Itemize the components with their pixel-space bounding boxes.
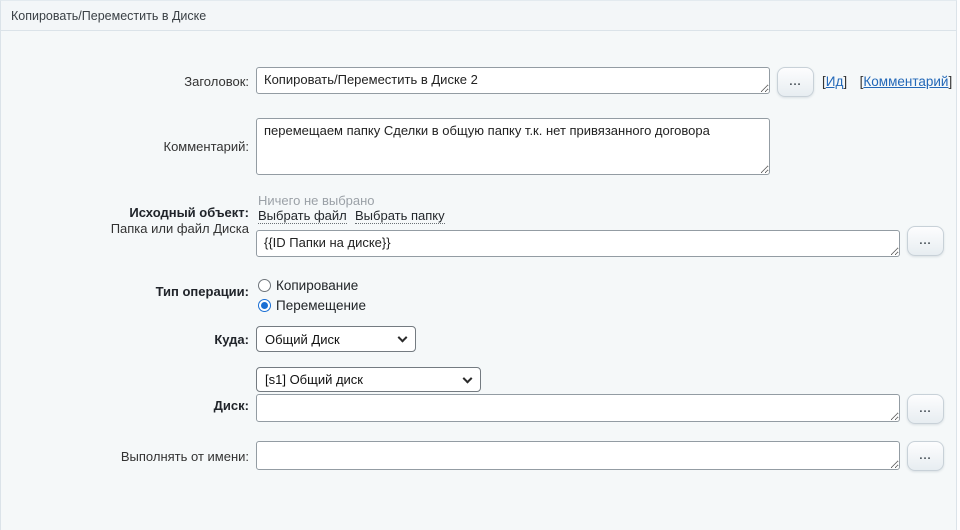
destination-select-wrap: Общий Диск [256,326,416,352]
source-nothing-selected-text: Ничего не выбрано [258,193,375,208]
id-link[interactable]: Ид [826,74,844,89]
title-links: [Ид] [Комментарий] [822,74,952,89]
source-id-input[interactable]: {{ID Папки на диске}} [256,230,900,257]
disk-input[interactable] [256,394,900,422]
move-radio-button[interactable] [258,299,271,312]
source-label: Исходный объект: [1,205,249,220]
comment-link[interactable]: Комментарий [863,74,948,89]
copy-radio-button[interactable] [258,279,271,292]
source-sublabel: Папка или файл Диска [1,221,249,236]
run-as-more-button[interactable]: ... [907,441,944,471]
disk-select[interactable]: [s1] Общий диск [256,367,481,392]
activity-settings-panel: Копировать/Переместить в Диске Заголовок… [0,0,957,530]
move-radio-label: Перемещение [276,298,366,313]
title-more-button[interactable]: ... [777,67,814,97]
comment-label: Комментарий: [1,139,249,154]
run-as-label: Выполнять от имени: [1,449,249,464]
radio-option-move[interactable]: Перемещение [258,297,366,313]
radio-option-copy[interactable]: Копирование [258,277,358,293]
title-label: Заголовок: [1,74,249,89]
disk-more-button[interactable]: ... [907,394,944,424]
id-link-bracket-close: ] [843,74,847,89]
panel-titlebar: Копировать/Переместить в Диске [1,1,956,31]
source-more-button[interactable]: ... [907,226,944,256]
choose-folder-link[interactable]: Выбрать папку [355,208,445,224]
copy-radio-label: Копирование [276,278,358,293]
source-choose-links: Выбрать файл Выбрать папку [258,208,445,223]
destination-select[interactable]: Общий Диск [256,326,416,352]
run-as-input[interactable] [256,441,900,470]
operation-type-label: Тип операции: [1,284,249,299]
title-input[interactable]: Копировать/Переместить в Диске 2 [256,67,770,94]
comment-input[interactable]: перемещаем папку Сделки в общую папку т.… [256,118,770,175]
panel-title: Копировать/Переместить в Диске [11,9,206,23]
disk-label: Диск: [1,398,249,413]
comment-link-bracket-close: ] [948,74,952,89]
choose-file-link[interactable]: Выбрать файл [258,208,347,224]
disk-select-wrap: [s1] Общий диск [256,367,481,392]
destination-label: Куда: [1,332,249,347]
